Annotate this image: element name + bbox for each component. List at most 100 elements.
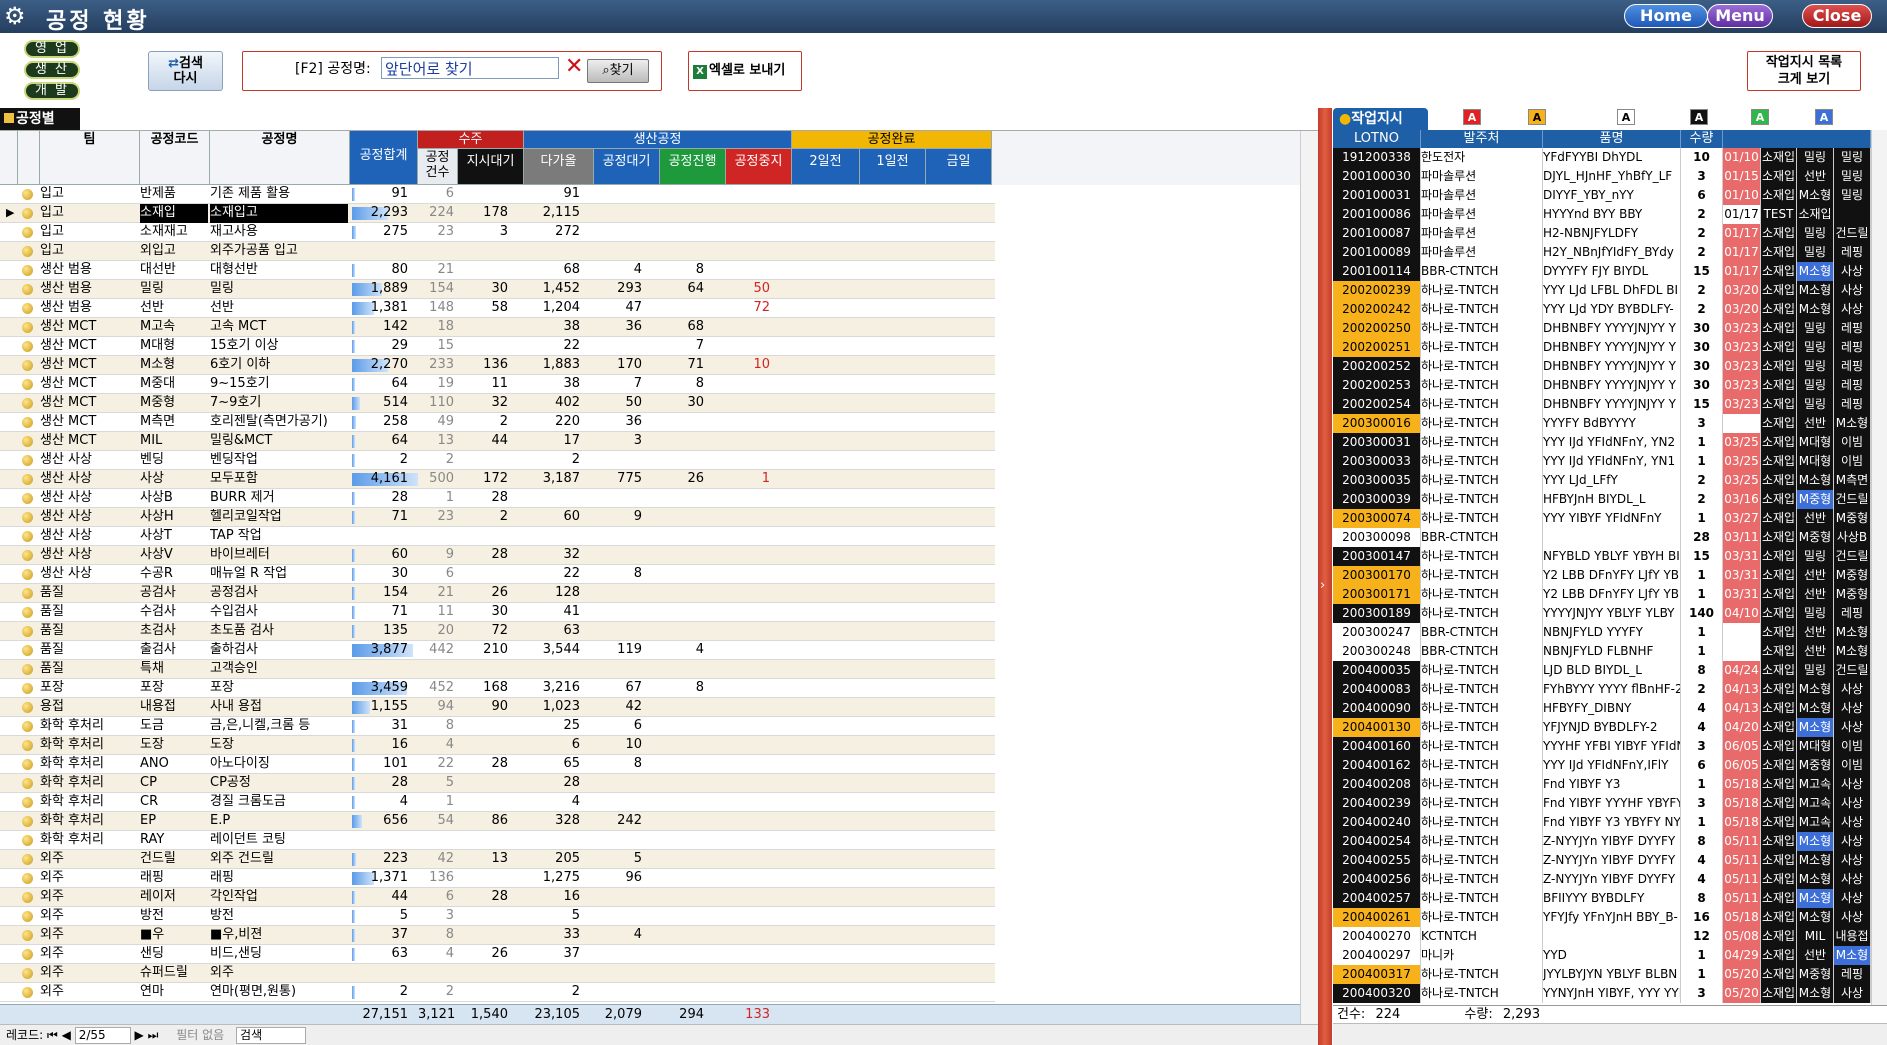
dept-development-button[interactable]: 개발 xyxy=(24,82,80,100)
cell-team[interactable]: 화학 후처리 xyxy=(40,755,138,774)
cell-team[interactable]: 외주 xyxy=(40,850,138,869)
work-order-row[interactable]: 200400162 하나로-TNTCH YYY IJd YFIdNFnY,IFlY 6… xyxy=(1333,756,1871,775)
process-row[interactable]: 외주 ■우 ■우,비젼 37 8 33 4 xyxy=(0,926,995,945)
home-button[interactable]: Home xyxy=(1624,4,1708,28)
work-order-row[interactable]: 200400256 하나로-TNTCH Z-NYYJYn YIBYF DYYFY 4 0… xyxy=(1333,870,1871,889)
cell-team[interactable]: 화학 후처리 xyxy=(40,717,138,736)
cell-code[interactable]: 내용접 xyxy=(140,698,208,717)
work-order-row[interactable]: 200300170 하나로-TNTCH Y2 LBB DFnYFY LJfY YB 1… xyxy=(1333,566,1871,585)
work-order-row[interactable]: 200200252 하나로-TNTCH DHBNBFY YYYYJNJYY Y 30 0… xyxy=(1333,357,1871,376)
cell-code[interactable]: M측면 xyxy=(140,413,208,432)
process-row[interactable]: 생산 MCT MIL 밀링&MCT 64 13 44 17 3 xyxy=(0,432,995,451)
cell-code[interactable]: 벤딩 xyxy=(140,451,208,470)
cell-name[interactable]: 도장 xyxy=(210,736,348,755)
process-row[interactable]: 생산 MCT M소형 6호기 이하 2,270 233 136 1,883 170 71 10 xyxy=(0,356,995,375)
cell-team[interactable]: 화학 후처리 xyxy=(40,831,138,850)
work-order-row[interactable]: 200100114 BBR-CTNTCH DYYYFY FJY BIYDL 15 01/… xyxy=(1333,262,1871,281)
work-order-row[interactable]: 200100031 파마솔루션 DIYYF_YBY_nYY 6 01/10 소재입 M소형 밀… xyxy=(1333,186,1871,205)
process-row[interactable]: 생산 범용 대선반 대형선반 80 21 68 4 8 xyxy=(0,261,995,280)
cell-code[interactable]: ANO xyxy=(140,755,208,774)
process-row[interactable]: 품질 공검사 공정검사 154 21 26 128 xyxy=(0,584,995,603)
record-search[interactable]: 검색 xyxy=(236,1027,307,1044)
cell-code[interactable]: 사상T xyxy=(140,527,208,546)
cell-code[interactable]: 방전 xyxy=(140,907,208,926)
cell-name[interactable]: 초도품 검사 xyxy=(210,622,348,641)
cell-code[interactable]: 수검사 xyxy=(140,603,208,622)
dept-sales-button[interactable]: 영업 xyxy=(24,40,80,58)
process-row[interactable]: ▶ 입고 소재입 소재입고 2,293 224 178 2,115 xyxy=(0,204,995,223)
cell-name[interactable]: 6호기 이하 xyxy=(210,356,348,375)
process-row[interactable]: 외주 슈퍼드릴 외주 xyxy=(0,964,995,983)
process-row[interactable]: 입고 외입고 외주가공품 입고 xyxy=(0,242,995,261)
process-row[interactable]: 생산 MCT M대형 15호기 이상 29 15 22 7 xyxy=(0,337,995,356)
work-order-row[interactable]: 200300033 하나로-TNTCH YYY IJd YFIdNFnY, YN1 1… xyxy=(1333,452,1871,471)
cell-code[interactable]: 사상H xyxy=(140,508,208,527)
process-row[interactable]: 생산 MCT M측면 호리젠탈(측면가공기) 258 49 2 220 36 xyxy=(0,413,995,432)
work-order-row[interactable]: 200400035 하나로-TNTCH LJD BLD BIYDL_L 8 04/24 소… xyxy=(1333,661,1871,680)
cell-code[interactable]: M중형 xyxy=(140,394,208,413)
work-order-row[interactable]: 200200253 하나로-TNTCH DHBNBFY YYYYJNJYY Y 30 0… xyxy=(1333,376,1871,395)
cell-name[interactable]: 기존 제품 활용 xyxy=(210,185,348,204)
cell-code[interactable]: 초검사 xyxy=(140,622,208,641)
process-row[interactable]: 포장 포장 포장 3,459 452 168 3,216 67 8 xyxy=(0,679,995,698)
cell-team[interactable]: 생산 MCT xyxy=(40,394,138,413)
cell-team[interactable]: 생산 사상 xyxy=(40,470,138,489)
cell-name[interactable]: 연마(평면,원통) xyxy=(210,983,348,1002)
cell-name[interactable]: 금,은,니켈,크롬 등 xyxy=(210,717,348,736)
work-order-row[interactable]: 200400240 하나로-TNTCH Fnd YIBYF Y3 YBYFY NY 1… xyxy=(1333,813,1871,832)
cell-name[interactable]: BURR 제거 xyxy=(210,489,348,508)
cell-code[interactable]: CP xyxy=(140,774,208,793)
cell-team[interactable]: 생산 범용 xyxy=(40,261,138,280)
process-row[interactable]: 생산 범용 선반 선반 1,381 148 58 1,204 47 72 xyxy=(0,299,995,318)
cell-name[interactable]: 매뉴얼 R 작업 xyxy=(210,565,348,584)
work-order-row[interactable]: 200300247 BBR-CTNTCH NBNJFYLD YYYFY 1 소재입 선반 M… xyxy=(1333,623,1871,642)
cell-code[interactable]: 수공R xyxy=(140,565,208,584)
cell-name[interactable]: 사내 용접 xyxy=(210,698,348,717)
excel-export-button[interactable]: X 엑셀로 보내기 xyxy=(688,51,802,91)
process-row[interactable]: 생산 사상 사상T TAP 작업 xyxy=(0,527,995,546)
cell-code[interactable]: 연마 xyxy=(140,983,208,1002)
cell-name[interactable]: 각인작업 xyxy=(210,888,348,907)
cell-team[interactable]: 외주 xyxy=(40,888,138,907)
process-row[interactable]: 생산 사상 사상B BURR 제거 28 1 28 xyxy=(0,489,995,508)
cell-code[interactable]: 도금 xyxy=(140,717,208,736)
cell-code[interactable]: 대선반 xyxy=(140,261,208,280)
cell-team[interactable]: 생산 범용 xyxy=(40,299,138,318)
cell-code[interactable]: MIL xyxy=(140,432,208,451)
work-order-row[interactable]: 200300189 하나로-TNTCH YYYYJNJYY YBLYF YLBY 14… xyxy=(1333,604,1871,623)
work-order-row[interactable]: 200100030 파마솔루션 DJYL_HJnHF_YhBfY_LF 3 01/15 소… xyxy=(1333,167,1871,186)
menu-button[interactable]: Menu xyxy=(1707,4,1773,28)
work-order-row[interactable]: 200400270 KCTNTCH 12 05/08 소재입 MIL 내용접 xyxy=(1333,927,1871,946)
work-order-row[interactable]: 200200250 하나로-TNTCH DHBNBFY YYYYJNJYY Y 30 0… xyxy=(1333,319,1871,338)
cell-code[interactable]: CR xyxy=(140,793,208,812)
cell-code[interactable]: 건드릴 xyxy=(140,850,208,869)
process-row[interactable]: 품질 수검사 수입검사 71 11 30 41 xyxy=(0,603,995,622)
cell-code[interactable]: 사상 xyxy=(140,470,208,489)
cell-name[interactable]: 레이던트 코팅 xyxy=(210,831,348,850)
close-button[interactable]: Close xyxy=(1802,4,1872,28)
cell-team[interactable]: 용접 xyxy=(40,698,138,717)
cell-name[interactable]: 선반 xyxy=(210,299,348,318)
cell-team[interactable]: 품질 xyxy=(40,584,138,603)
process-row[interactable]: 외주 래핑 래핑 1,371 136 1,275 96 xyxy=(0,869,995,888)
cell-team[interactable]: 생산 범용 xyxy=(40,280,138,299)
cell-code[interactable]: 특채 xyxy=(140,660,208,679)
cell-name[interactable]: 헬리코일작업 xyxy=(210,508,348,527)
cell-name[interactable]: 7~9호기 xyxy=(210,394,348,413)
process-row[interactable]: 외주 샌딩 비드,샌딩 63 4 26 37 xyxy=(0,945,995,964)
vertical-scrollbar[interactable] xyxy=(1300,131,1318,1024)
last-record-icon[interactable]: ⏭ xyxy=(148,1028,159,1042)
cell-code[interactable]: 도장 xyxy=(140,736,208,755)
filter-status[interactable]: 필터 없음 xyxy=(176,1028,224,1042)
process-row[interactable]: 생산 범용 밀링 밀링 1,889 154 30 1,452 293 64 50 xyxy=(0,280,995,299)
cell-team[interactable]: 외주 xyxy=(40,926,138,945)
process-row[interactable]: 외주 레이저 각인작업 44 6 28 16 xyxy=(0,888,995,907)
work-order-row[interactable]: 200400317 하나로-TNTCH JYYLBYJYN YBLYF BLBN 1 0… xyxy=(1333,965,1871,984)
cell-name[interactable]: E.P xyxy=(210,812,348,831)
process-row[interactable]: 화학 후처리 CR 경질 크롬도금 4 1 4 xyxy=(0,793,995,812)
cell-code[interactable]: 사상B xyxy=(140,489,208,508)
cell-code[interactable]: 공검사 xyxy=(140,584,208,603)
cell-name[interactable]: 외주가공품 입고 xyxy=(210,242,348,261)
cell-name[interactable]: 수입검사 xyxy=(210,603,348,622)
vertical-scrollbar-right[interactable] xyxy=(1871,130,1887,1005)
